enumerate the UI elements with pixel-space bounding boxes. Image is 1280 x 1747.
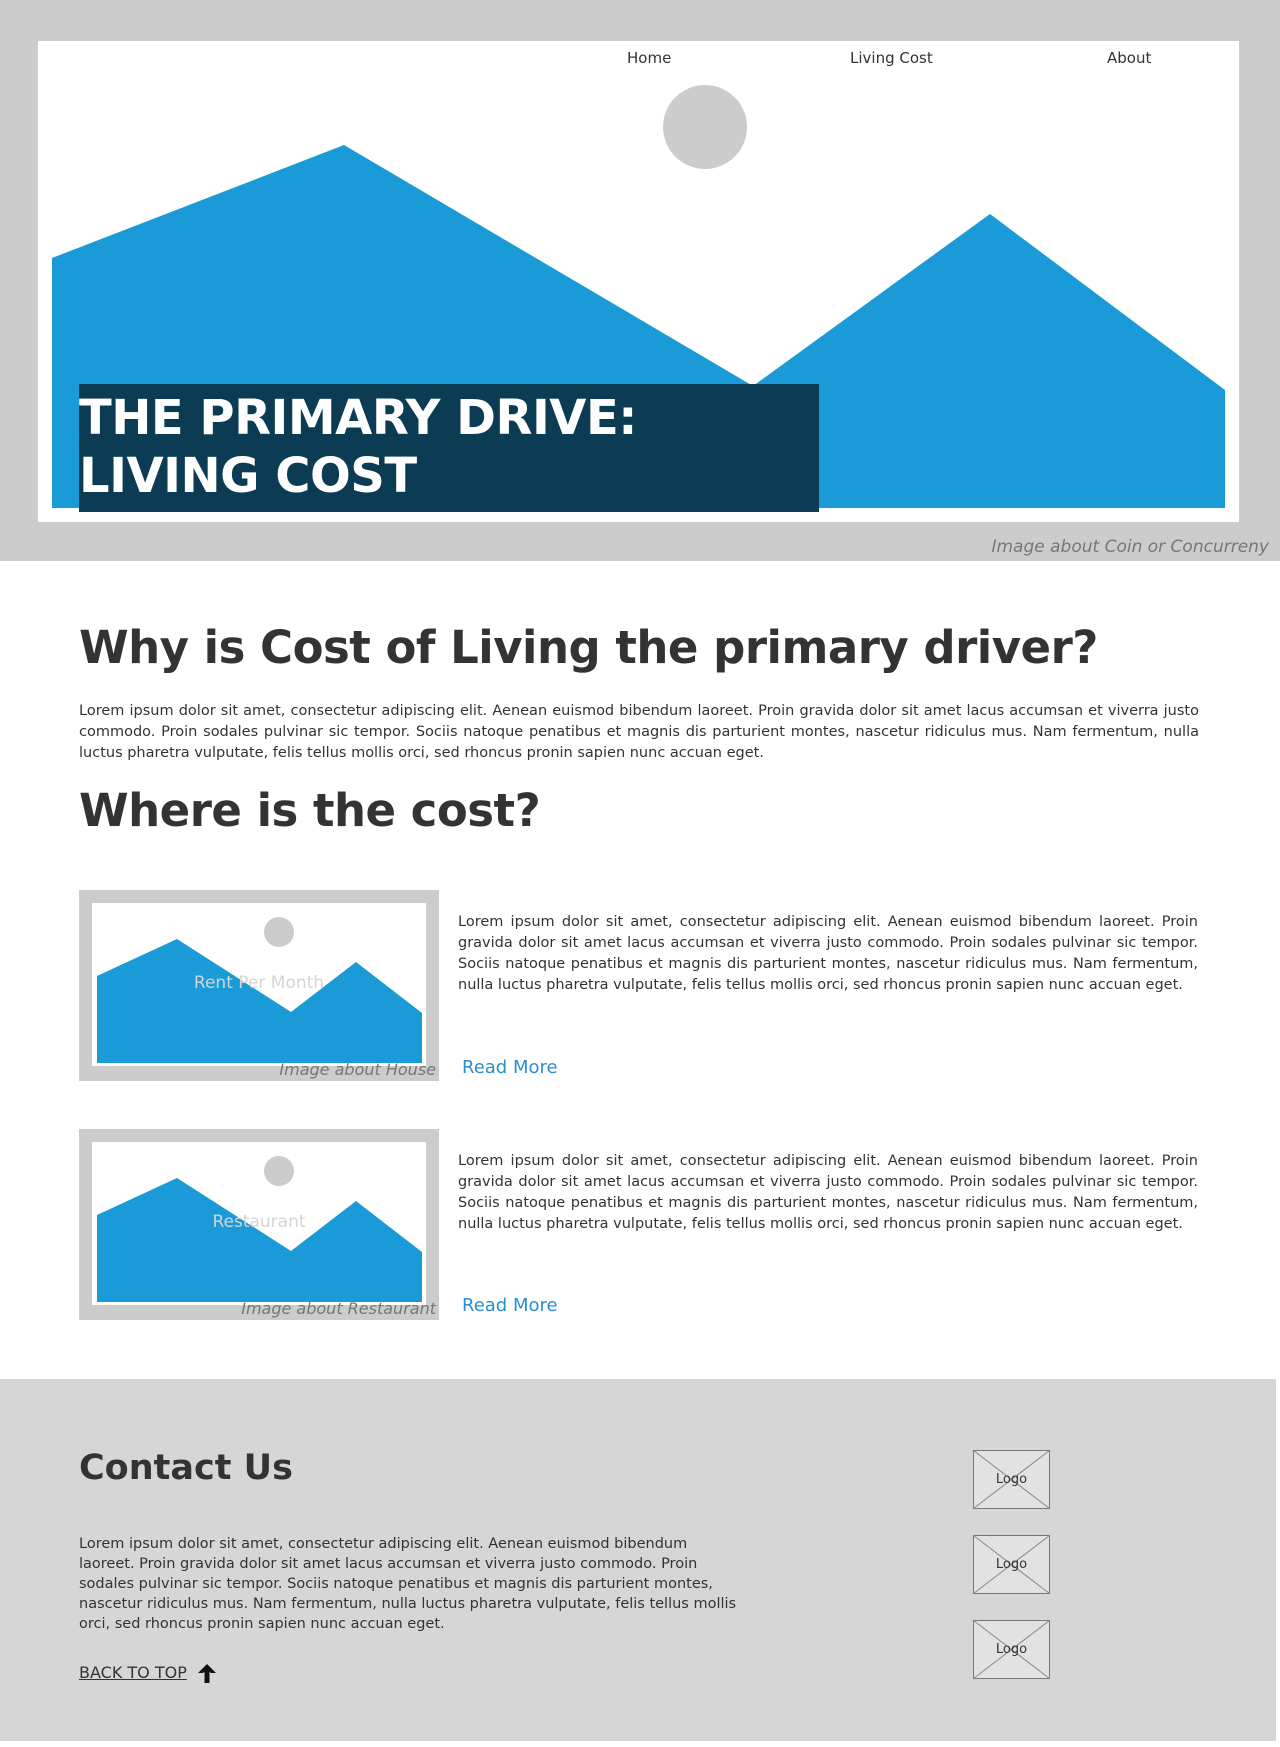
back-to-top-link[interactable]: BACK TO TOP	[79, 1663, 187, 1682]
restaurant-image-placeholder: Restaurant Image about Restaurant	[79, 1129, 439, 1320]
logo-label: Logo	[995, 1472, 1028, 1487]
nav-home-link[interactable]: Home	[627, 49, 671, 67]
logo-placeholder-2[interactable]: Logo	[973, 1535, 1050, 1594]
sun-shape	[663, 85, 747, 169]
restaurant-image-frame: Restaurant	[92, 1142, 426, 1305]
top-navigation: Home Living Cost About	[38, 49, 1239, 73]
arrow-up-icon[interactable]	[196, 1663, 218, 1685]
footer: Contact Us Lorem ipsum dolor sit amet, c…	[0, 1379, 1276, 1741]
rent-image-label: Rent Per Month	[193, 973, 325, 993]
nav-about-link[interactable]: About	[1107, 49, 1151, 67]
why-heading: Why is Cost of Living the primary driver…	[79, 621, 1098, 674]
hero-title-box: THE PRIMARY DRIVE: LIVING COST	[79, 384, 819, 512]
rent-read-more-link[interactable]: Read More	[462, 1057, 558, 1078]
nav-living-cost-link[interactable]: Living Cost	[850, 49, 933, 67]
why-paragraph: Lorem ipsum dolor sit amet, consectetur …	[79, 703, 1199, 761]
where-heading: Where is the cost?	[79, 784, 541, 837]
hero-title: THE PRIMARY DRIVE: LIVING COST	[79, 389, 637, 505]
logo-label: Logo	[995, 1642, 1028, 1657]
restaurant-image-label: Restaurant	[212, 1212, 306, 1232]
rent-paragraph: Lorem ipsum dolor sit amet, consectetur …	[458, 914, 1198, 993]
hero-title-line-2: LIVING COST	[79, 448, 417, 504]
contact-paragraph: Lorem ipsum dolor sit amet, consectetur …	[79, 1536, 737, 1632]
restaurant-read-more-link[interactable]: Read More	[462, 1295, 558, 1316]
rent-image-caption: Image about House	[279, 1060, 436, 1079]
logo-placeholder-1[interactable]: Logo	[973, 1450, 1050, 1509]
hero-title-line-1: THE PRIMARY DRIVE:	[79, 390, 637, 446]
contact-heading: Contact Us	[79, 1448, 293, 1488]
hero-image-caption: Image about Coin or Concurreny	[991, 537, 1269, 557]
restaurant-image-caption: Image about Restaurant	[241, 1299, 436, 1318]
logo-label: Logo	[995, 1557, 1028, 1572]
rent-image-placeholder: Rent Per Month Image about House	[79, 890, 439, 1081]
restaurant-paragraph: Lorem ipsum dolor sit amet, consectetur …	[458, 1153, 1198, 1232]
hero-section: Home Living Cost About THE PRIMARY DRIVE…	[0, 0, 1280, 561]
rent-image-frame: Rent Per Month	[92, 903, 426, 1066]
logo-placeholder-3[interactable]: Logo	[973, 1620, 1050, 1679]
